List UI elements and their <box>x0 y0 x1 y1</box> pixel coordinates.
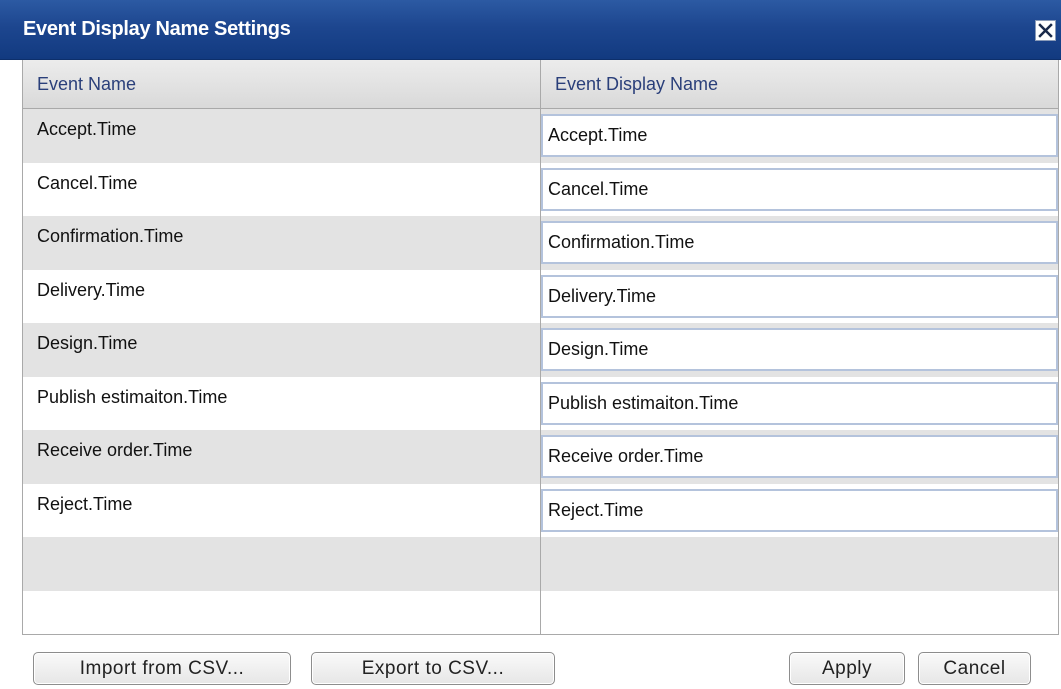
export-to-csv-button[interactable]: Export to CSV... <box>311 652 555 685</box>
event-display-name-input[interactable] <box>541 328 1058 371</box>
event-display-name-input[interactable] <box>541 488 1058 532</box>
apply-button[interactable]: Apply <box>789 652 905 685</box>
column-header-event-name: Event Name <box>37 74 137 94</box>
event-name-cell: Accept.Time <box>37 119 137 139</box>
event-table: Event Name Event Display Name Accept.Tim… <box>22 60 1059 635</box>
event-display-name-input[interactable] <box>541 381 1058 425</box>
column-header-event-display-name: Event Display Name <box>555 74 719 94</box>
dialog-titlebar: Event Display Name Settings <box>0 0 1061 60</box>
cancel-button[interactable]: Cancel <box>918 652 1031 685</box>
event-name-cell: Confirmation.Time <box>37 226 184 246</box>
column-divider <box>540 60 541 634</box>
dialog-title: Event Display Name Settings <box>23 18 291 40</box>
event-name-cell: Cancel.Time <box>37 172 138 193</box>
event-display-name-input[interactable] <box>541 274 1058 318</box>
close-icon <box>1038 23 1053 38</box>
import-from-csv-button[interactable]: Import from CSV... <box>33 652 291 685</box>
event-name-cell: Receive order.Time <box>37 440 193 460</box>
event-name-cell: Delivery.Time <box>37 279 146 300</box>
event-display-name-input[interactable] <box>541 435 1058 478</box>
event-name-cell: Design.Time <box>37 333 138 353</box>
event-name-cell: Reject.Time <box>37 493 133 514</box>
close-button[interactable] <box>1035 20 1056 41</box>
event-display-name-input[interactable] <box>541 114 1058 157</box>
event-display-name-input[interactable] <box>541 167 1058 211</box>
event-display-name-input[interactable] <box>541 221 1058 264</box>
event-name-cell: Publish estimaiton.Time <box>37 386 228 407</box>
